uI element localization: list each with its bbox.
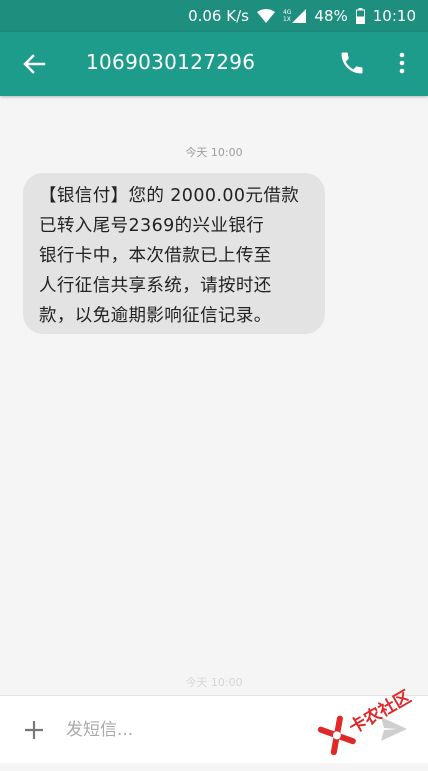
battery-percent: 48%	[314, 7, 348, 25]
more-vert-icon[interactable]	[392, 49, 412, 77]
message-line: 【银信付】您的 2000.00元借款	[39, 186, 300, 206]
contact-number: 1069030127296	[86, 50, 256, 74]
status-bar: 0.06 K/s 4G 1X 48% 10:10	[0, 0, 428, 32]
message-bubble[interactable]: 【银信付】您的 2000.00元借款 已转入尾号2369的兴业银行 银行卡中，本…	[23, 173, 325, 334]
plus-icon[interactable]	[22, 718, 46, 742]
message-line: 已转入尾号2369的兴业银行	[39, 216, 265, 236]
wifi-icon	[256, 9, 275, 23]
network-type-bottom: 1X	[282, 16, 291, 23]
message-line: 款，以免逾期影响征信记录。	[39, 306, 272, 326]
phone-icon[interactable]	[338, 49, 366, 77]
conversation-toolbar: 1069030127296	[0, 32, 428, 96]
message-timestamp: 今天 10:00	[185, 146, 243, 159]
arrow-left-icon[interactable]	[18, 48, 50, 80]
clock: 10:10	[372, 7, 416, 25]
message-line: 人行征信共享系统，请按时还	[39, 276, 272, 296]
message-line: 银行卡中，本次借款已上传至	[39, 246, 272, 266]
watermark-text: 卡农社区	[345, 686, 415, 739]
network-speed: 0.06 K/s	[188, 7, 249, 25]
network-type-top: 4G	[282, 9, 292, 16]
battery-icon	[355, 8, 365, 24]
message-input[interactable]: 发短信...	[66, 716, 316, 744]
cell-signal-icon: 4G 1X	[282, 9, 307, 23]
